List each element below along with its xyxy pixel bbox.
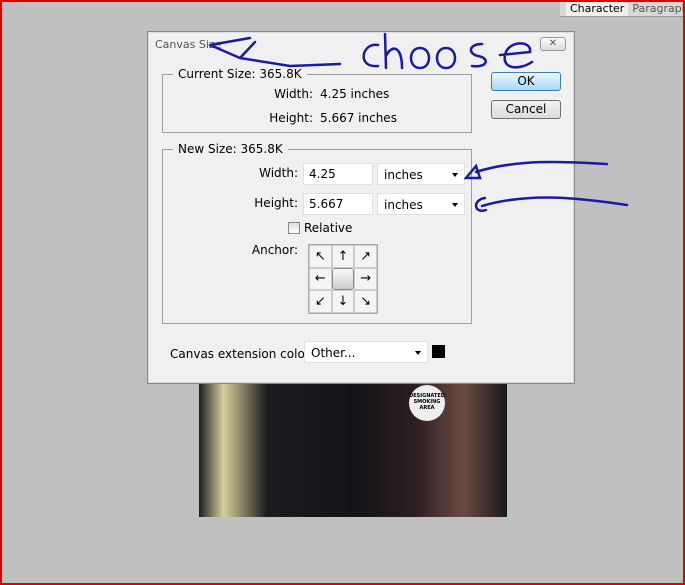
handwritten-annotation: [208, 32, 629, 212]
arrow-to-height-unit: [474, 196, 629, 212]
arrow-to-title: [208, 36, 342, 68]
choose-text: [362, 32, 534, 70]
arrow-to-width-unit: [463, 160, 609, 180]
